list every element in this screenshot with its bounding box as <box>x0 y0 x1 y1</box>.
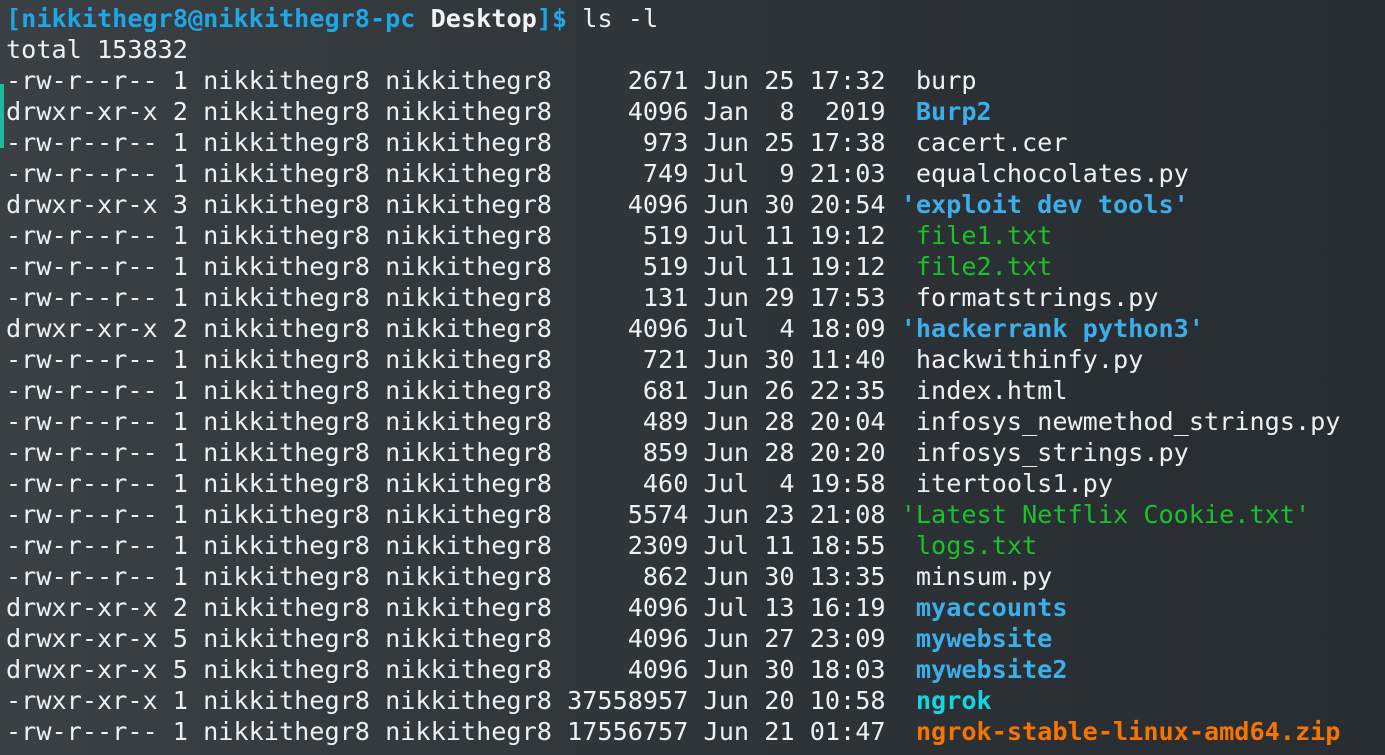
listing-meta: drwxr-xr-x 2 nikkithegr8 nikkithegr8 409… <box>6 314 901 343</box>
listing-meta: -rw-r--r-- 1 nikkithegr8 nikkithegr8 489… <box>6 407 916 436</box>
listing-meta: drwxr-xr-x 5 nikkithegr8 nikkithegr8 409… <box>6 624 916 653</box>
listing-filename: formatstrings.py <box>915 283 1159 312</box>
listing-filename: infosys_strings.py <box>915 438 1189 467</box>
listing-meta: -rw-r--r-- 1 nikkithegr8 nikkithegr8 721… <box>6 345 916 374</box>
listing-meta: -rw-r--r-- 1 nikkithegr8 nikkithegr8 862… <box>6 562 916 591</box>
terminal-window[interactable]: [nikkithegr8@nikkithegr8-pc Desktop]$ ls… <box>0 0 1385 755</box>
listing-meta: -rw-r--r-- 1 nikkithegr8 nikkithegr8 859… <box>6 438 916 467</box>
listing-filename: infosys_newmethod_strings.py <box>915 407 1341 436</box>
listing-row: -rw-r--r-- 1 nikkithegr8 nikkithegr8 557… <box>6 499 1340 530</box>
listing-meta: -rw-r--r-- 1 nikkithegr8 nikkithegr8 175… <box>6 717 916 746</box>
listing-filename: burp <box>915 66 977 95</box>
command-text: ls -l <box>582 4 659 33</box>
total-line: total 153832 <box>6 35 188 64</box>
listing-meta: -rw-r--r-- 1 nikkithegr8 nikkithegr8 131… <box>6 283 916 312</box>
listing-filename: minsum.py <box>915 562 1053 591</box>
listing-row: drwxr-xr-x 2 nikkithegr8 nikkithegr8 409… <box>6 96 1340 127</box>
listing-filename: equalchocolates.py <box>915 159 1189 188</box>
listing-row: -rwxr-xr-x 1 nikkithegr8 nikkithegr8 375… <box>6 685 1340 716</box>
listing-row: -rw-r--r-- 1 nikkithegr8 nikkithegr8 519… <box>6 251 1340 282</box>
listing-filename: logs.txt <box>915 531 1038 560</box>
directory-listing: -rw-r--r-- 1 nikkithegr8 nikkithegr8 267… <box>6 65 1340 747</box>
listing-filename: itertools1.py <box>915 469 1113 498</box>
listing-filename: ngrok-stable-linux-amd64.zip <box>915 717 1341 746</box>
listing-meta: drwxr-xr-x 3 nikkithegr8 nikkithegr8 409… <box>6 190 901 219</box>
listing-filename: cacert.cer <box>915 128 1068 157</box>
listing-meta: -rw-r--r-- 1 nikkithegr8 nikkithegr8 267… <box>6 66 916 95</box>
prompt-open-bracket: [ <box>6 4 22 33</box>
listing-meta: drwxr-xr-x 2 nikkithegr8 nikkithegr8 409… <box>6 593 916 622</box>
listing-row: -rw-r--r-- 1 nikkithegr8 nikkithegr8 749… <box>6 158 1340 189</box>
prompt-symbol: ]$ <box>536 4 568 33</box>
listing-row: -rw-r--r-- 1 nikkithegr8 nikkithegr8 460… <box>6 468 1340 499</box>
listing-meta: -rw-r--r-- 1 nikkithegr8 nikkithegr8 519… <box>6 252 916 281</box>
listing-meta: drwxr-xr-x 2 nikkithegr8 nikkithegr8 409… <box>6 97 916 126</box>
listing-filename: 'exploit dev tools' <box>900 190 1189 219</box>
listing-meta: -rw-r--r-- 1 nikkithegr8 nikkithegr8 973… <box>6 128 916 157</box>
listing-filename: Burp2 <box>915 97 992 126</box>
scroll-marker <box>0 84 4 148</box>
listing-row: drwxr-xr-x 2 nikkithegr8 nikkithegr8 409… <box>6 313 1340 344</box>
listing-filename: hackwithinfy.py <box>915 345 1144 374</box>
listing-row: -rw-r--r-- 1 nikkithegr8 nikkithegr8 859… <box>6 437 1340 468</box>
listing-filename: myaccounts <box>915 593 1068 622</box>
listing-row: -rw-r--r-- 1 nikkithegr8 nikkithegr8 721… <box>6 344 1340 375</box>
listing-filename: ngrok <box>915 686 992 715</box>
listing-filename: file2.txt <box>915 252 1053 281</box>
listing-row: -rw-r--r-- 1 nikkithegr8 nikkithegr8 519… <box>6 220 1340 251</box>
listing-filename: mywebsite <box>915 624 1053 653</box>
listing-meta: -rw-r--r-- 1 nikkithegr8 nikkithegr8 460… <box>6 469 916 498</box>
prompt-user-host: nikkithegr8@nikkithegr8-pc <box>21 4 416 33</box>
listing-filename: 'hackerrank python3' <box>900 314 1204 343</box>
listing-row: drwxr-xr-x 5 nikkithegr8 nikkithegr8 409… <box>6 623 1340 654</box>
listing-row: drwxr-xr-x 5 nikkithegr8 nikkithegr8 409… <box>6 654 1340 685</box>
listing-row: -rw-r--r-- 1 nikkithegr8 nikkithegr8 862… <box>6 561 1340 592</box>
listing-filename: mywebsite2 <box>915 655 1068 684</box>
listing-row: -rw-r--r-- 1 nikkithegr8 nikkithegr8 489… <box>6 406 1340 437</box>
listing-filename: 'Latest Netflix Cookie.txt' <box>900 500 1311 529</box>
listing-row: -rw-r--r-- 1 nikkithegr8 nikkithegr8 973… <box>6 127 1340 158</box>
listing-row: -rw-r--r-- 1 nikkithegr8 nikkithegr8 681… <box>6 375 1340 406</box>
listing-filename: index.html <box>915 376 1068 405</box>
listing-row: -rw-r--r-- 1 nikkithegr8 nikkithegr8 230… <box>6 530 1340 561</box>
listing-meta: -rwxr-xr-x 1 nikkithegr8 nikkithegr8 375… <box>6 686 916 715</box>
listing-row: -rw-r--r-- 1 nikkithegr8 nikkithegr8 267… <box>6 65 1340 96</box>
listing-row: -rw-r--r-- 1 nikkithegr8 nikkithegr8 175… <box>6 716 1340 747</box>
listing-meta: -rw-r--r-- 1 nikkithegr8 nikkithegr8 749… <box>6 159 916 188</box>
listing-meta: -rw-r--r-- 1 nikkithegr8 nikkithegr8 230… <box>6 531 916 560</box>
listing-meta: -rw-r--r-- 1 nikkithegr8 nikkithegr8 681… <box>6 376 916 405</box>
terminal-output: [nikkithegr8@nikkithegr8-pc Desktop]$ ls… <box>6 3 1340 747</box>
listing-meta: -rw-r--r-- 1 nikkithegr8 nikkithegr8 557… <box>6 500 901 529</box>
listing-meta: drwxr-xr-x 5 nikkithegr8 nikkithegr8 409… <box>6 655 916 684</box>
prompt-line: [nikkithegr8@nikkithegr8-pc Desktop]$ ls… <box>6 3 1340 34</box>
listing-row: drwxr-xr-x 3 nikkithegr8 nikkithegr8 409… <box>6 189 1340 220</box>
listing-row: -rw-r--r-- 1 nikkithegr8 nikkithegr8 131… <box>6 282 1340 313</box>
prompt-directory: Desktop <box>430 4 537 33</box>
listing-filename: file1.txt <box>915 221 1053 250</box>
listing-row: drwxr-xr-x 2 nikkithegr8 nikkithegr8 409… <box>6 592 1340 623</box>
listing-meta: -rw-r--r-- 1 nikkithegr8 nikkithegr8 519… <box>6 221 916 250</box>
